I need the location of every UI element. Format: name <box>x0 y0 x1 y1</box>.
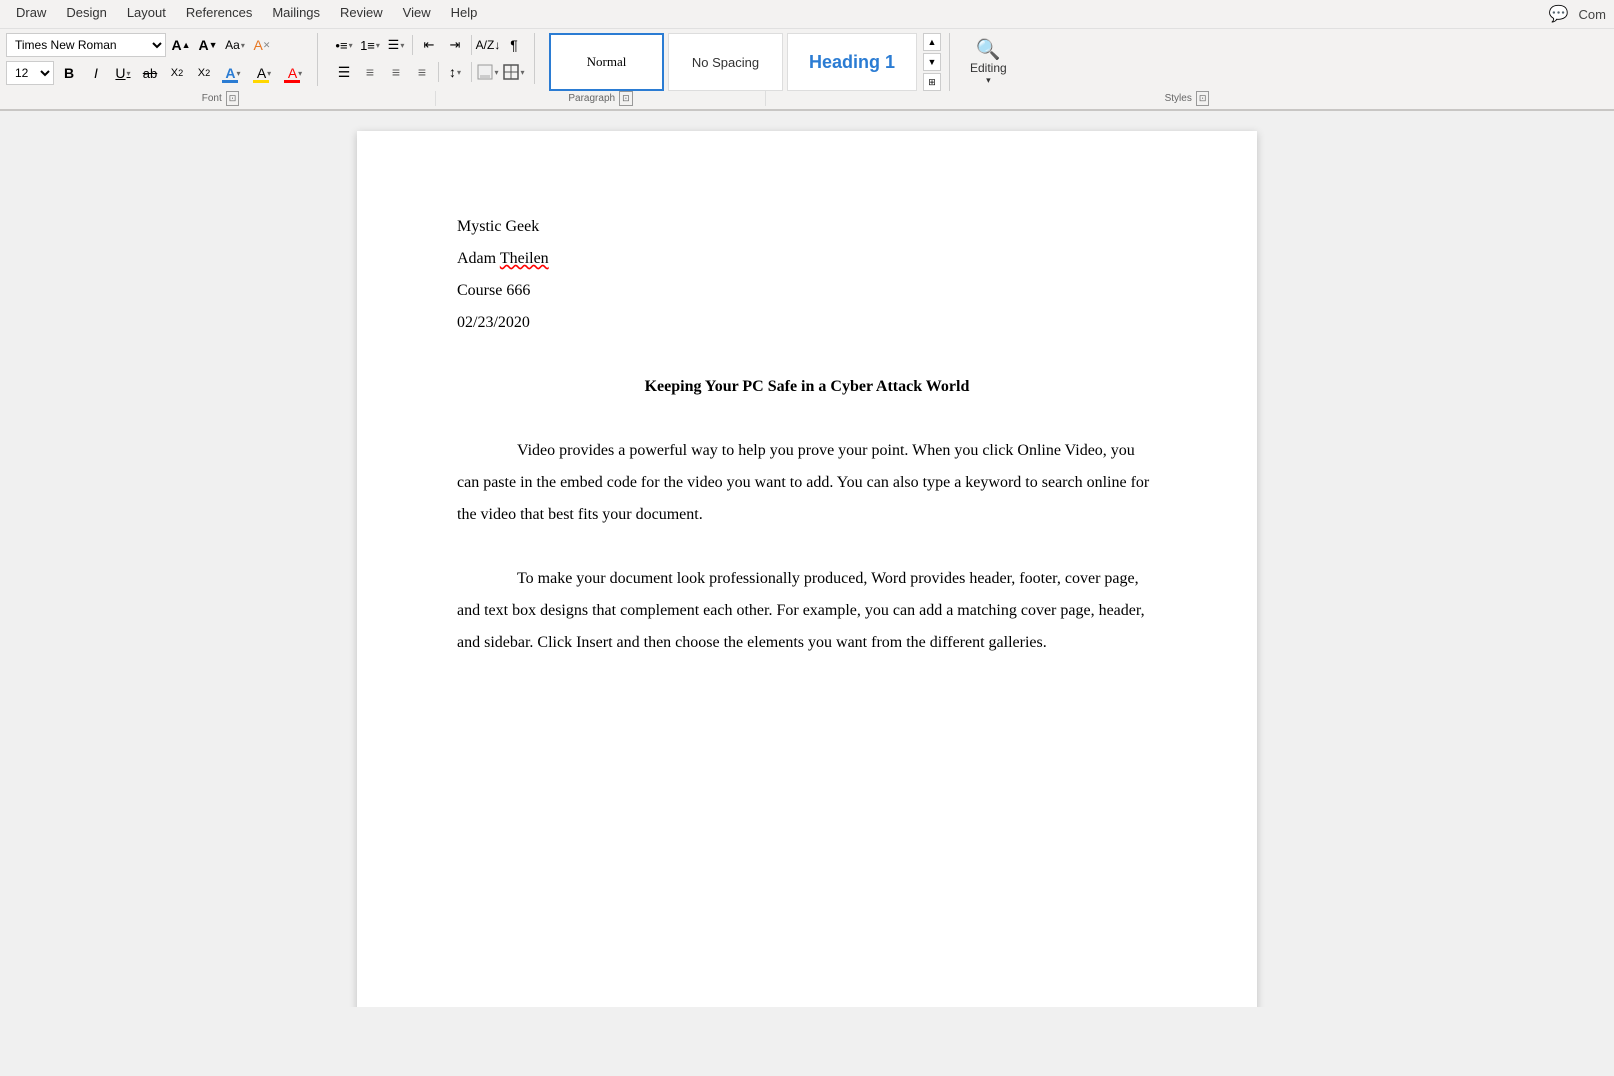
styles-group-label: Styles <box>1165 93 1192 104</box>
clear-format-button[interactable]: A✕ <box>250 33 274 57</box>
line-spacing-button[interactable]: ↕▾ <box>443 60 467 84</box>
increase-indent-button[interactable]: ⇥ <box>443 33 467 57</box>
doc-line-2: Adam Theilen <box>457 243 1157 275</box>
bullet-list-button[interactable]: •≡▾ <box>332 33 356 57</box>
document-container: Mystic Geek Adam Theilen Course 666 02/2… <box>0 111 1614 1007</box>
style-normal-button[interactable]: Normal <box>549 33 664 91</box>
styles-expand-button[interactable]: ⊞ <box>923 73 941 91</box>
para-row-1: •≡▾ 1≡▾ ☰▾ ⇤ ⇥ A/Z↓ ¶ <box>332 33 526 57</box>
styles-dialog-launcher[interactable]: ⊡ <box>1196 91 1210 106</box>
search-button[interactable]: 🔍 <box>976 37 1000 61</box>
editing-dropdown-arrow[interactable]: ▾ <box>986 75 991 86</box>
para-row-2: ☰ ≡ ≡ ≡ ↕▾ ▾ ▾ <box>332 60 526 84</box>
doc-line-3: Course 666 <box>457 275 1157 307</box>
document-page[interactable]: Mystic Geek Adam Theilen Course 666 02/2… <box>357 131 1257 1007</box>
show-paragraph-button[interactable]: ¶ <box>502 33 526 57</box>
align-left-button[interactable]: ☰ <box>332 60 356 84</box>
styles-group: Normal No Spacing Heading 1 ▲ ▼ ⊞ <box>541 33 950 91</box>
subscript-button[interactable]: X2 <box>165 61 189 85</box>
doc-paragraph-1: Video provides a powerful way to help yo… <box>457 435 1157 531</box>
sort-button[interactable]: A/Z↓ <box>476 33 500 57</box>
decrease-indent-button[interactable]: ⇤ <box>417 33 441 57</box>
change-case-button[interactable]: Aa▾ <box>223 33 247 57</box>
numbered-list-button[interactable]: 1≡▾ <box>358 33 382 57</box>
style-heading-button[interactable]: Heading 1 <box>787 33 917 91</box>
doc-line-1: Mystic Geek <box>457 211 1157 243</box>
superscript-button[interactable]: X2 <box>192 61 216 85</box>
justify-button[interactable]: ≡ <box>410 60 434 84</box>
editing-group: 🔍 Editing ▾ <box>964 33 1013 86</box>
comment-icon[interactable]: 💬 <box>1547 2 1571 26</box>
strikethrough-button[interactable]: ab <box>138 61 162 85</box>
doc-name-squiggly: Theilen <box>500 250 549 267</box>
paragraph-dialog-launcher[interactable]: ⊡ <box>619 91 633 106</box>
italic-button[interactable]: I <box>84 61 108 85</box>
styles-scroll-down-button[interactable]: ▼ <box>923 53 941 71</box>
font-group: Times New Roman A▲ A▼ Aa▾ A✕ 12 B I U▾ a… <box>6 33 318 86</box>
styles-scroll-up-button[interactable]: ▲ <box>923 33 941 51</box>
grow-font-button[interactable]: A▲ <box>169 33 193 57</box>
borders-button[interactable]: ▾ <box>502 60 526 84</box>
paragraph-group: •≡▾ 1≡▾ ☰▾ ⇤ ⇥ A/Z↓ ¶ ☰ ≡ ≡ ≡ ↕▾ <box>324 33 535 84</box>
menu-draw[interactable]: Draw <box>8 2 54 26</box>
menu-view[interactable]: View <box>395 2 439 26</box>
align-center-button[interactable]: ≡ <box>358 60 382 84</box>
menu-mailings[interactable]: Mailings <box>264 2 328 26</box>
font-name-select[interactable]: Times New Roman <box>6 33 166 57</box>
shrink-font-button[interactable]: A▼ <box>196 33 220 57</box>
doc-title: Keeping Your PC Safe in a Cyber Attack W… <box>457 371 1157 403</box>
menu-design[interactable]: Design <box>58 2 114 26</box>
font-size-select[interactable]: 12 <box>6 61 54 85</box>
underline-button[interactable]: U▾ <box>111 61 135 85</box>
align-right-button[interactable]: ≡ <box>384 60 408 84</box>
multilevel-list-button[interactable]: ☰▾ <box>384 33 408 57</box>
font-color-button[interactable]: A ▾ <box>219 60 247 86</box>
bold-button[interactable]: B <box>57 61 81 85</box>
font-dialog-launcher[interactable]: ⊡ <box>226 91 240 106</box>
ribbon: Draw Design Layout References Mailings R… <box>0 0 1614 111</box>
paragraph-group-label: Paragraph <box>568 93 615 104</box>
doc-line-4: 02/23/2020 <box>457 307 1157 339</box>
shading-button[interactable]: ▾ <box>476 60 500 84</box>
highlight-color-button[interactable]: A ▾ <box>250 60 278 86</box>
editing-label: Editing <box>970 61 1007 75</box>
menu-bar: Draw Design Layout References Mailings R… <box>0 0 1614 29</box>
editing-label-group: Editing ▾ <box>970 61 1007 86</box>
styles-row: Normal No Spacing Heading 1 ▲ ▼ ⊞ <box>549 33 941 91</box>
comment-label: Com <box>1579 7 1606 22</box>
menu-help[interactable]: Help <box>443 2 486 26</box>
menu-review[interactable]: Review <box>332 2 391 26</box>
styles-scroll: ▲ ▼ ⊞ <box>923 33 941 91</box>
style-nospace-button[interactable]: No Spacing <box>668 33 783 91</box>
text-color-button[interactable]: A ▾ <box>281 60 309 86</box>
group-labels: Font ⊡ Paragraph ⊡ Styles ⊡ <box>0 91 1614 109</box>
menu-layout[interactable]: Layout <box>119 2 174 26</box>
doc-paragraph-2: To make your document look professionall… <box>457 563 1157 659</box>
font-group-label: Font <box>202 93 222 104</box>
menu-references[interactable]: References <box>178 2 260 26</box>
